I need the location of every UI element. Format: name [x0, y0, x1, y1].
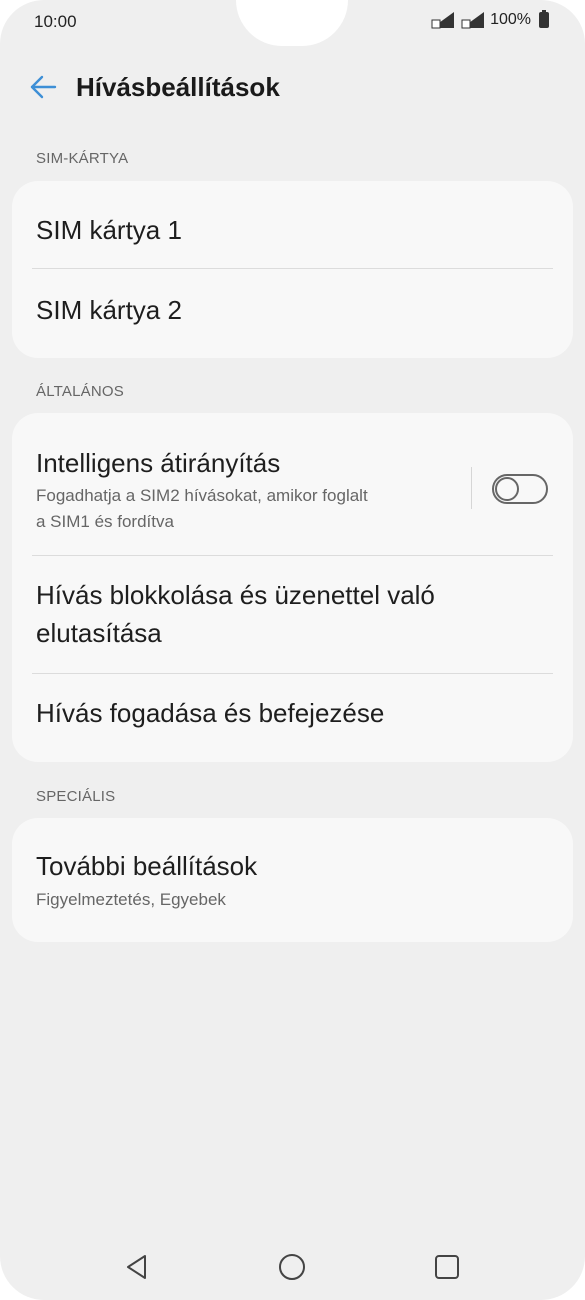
smart-forward-title: Intelligens átirányítás [36, 448, 281, 478]
battery-percent: 100% [490, 11, 531, 28]
more-settings-subtitle: Figyelmeztetés, Egyebek [36, 890, 226, 909]
nav-recents-icon[interactable] [429, 1249, 465, 1285]
toggle-divider [471, 467, 472, 509]
card-special: További beállítások Figyelmeztetés, Egye… [12, 818, 573, 942]
sim2-label: SIM kártya 2 [36, 295, 182, 325]
smart-forward-toggle[interactable] [492, 474, 548, 504]
status-bar: 10:00 100% [0, 0, 585, 46]
page-title: Hívásbeállítások [76, 72, 280, 102]
smart-forward-subtitle-line2: a SIM1 és fordítva [36, 512, 174, 531]
signal-sim1-icon [431, 12, 455, 29]
call-blocking-line1: Hívás blokkolása és üzenettel való [36, 580, 435, 610]
status-indicators: 100% [430, 10, 549, 29]
navigation-bar [0, 1235, 585, 1295]
nav-back-icon[interactable] [120, 1249, 156, 1285]
list-item-call-blocking[interactable]: Hívás blokkolása és üzenettel való eluta… [12, 556, 573, 673]
sim1-label: SIM kártya 1 [36, 215, 182, 245]
app-bar: Hívásbeállítások [0, 60, 585, 114]
more-settings-title: További beállítások [36, 851, 258, 881]
section-header-general: ÁLTALÁNOS [36, 383, 124, 400]
nav-home-icon[interactable] [274, 1249, 310, 1285]
card-sim: SIM kártya 1 SIM kártya 2 [12, 181, 573, 358]
call-blocking-line2: elutasítása [36, 618, 162, 648]
signal-sim2-icon [461, 12, 485, 29]
section-header-special: SPECIÁLIS [36, 788, 116, 805]
status-time: 10:00 [34, 12, 77, 31]
answer-end-label: Hívás fogadása és befejezése [36, 698, 385, 728]
list-item-sim1[interactable]: SIM kártya 1 [12, 181, 573, 269]
smart-forward-subtitle-line1: Fogadhatja a SIM2 hívásokat, amikor fogl… [36, 486, 368, 505]
list-item-sim2[interactable]: SIM kártya 2 [12, 269, 573, 358]
list-item-smart-forward[interactable]: Intelligens átirányítás Fogadhatja a SIM… [12, 413, 573, 555]
toggle-knob [495, 477, 519, 501]
card-general: Intelligens átirányítás Fogadhatja a SIM… [12, 413, 573, 762]
list-item-answer-end[interactable]: Hívás fogadása és befejezése [12, 674, 573, 762]
back-arrow-icon[interactable] [28, 72, 58, 102]
battery-icon [539, 10, 549, 28]
screen: 10:00 100% Hívásbeállítások SIM-KÁRTYA S… [0, 0, 585, 1300]
section-header-sim: SIM-KÁRTYA [36, 150, 129, 167]
list-item-more-settings[interactable]: További beállítások Figyelmeztetés, Egye… [12, 818, 573, 942]
